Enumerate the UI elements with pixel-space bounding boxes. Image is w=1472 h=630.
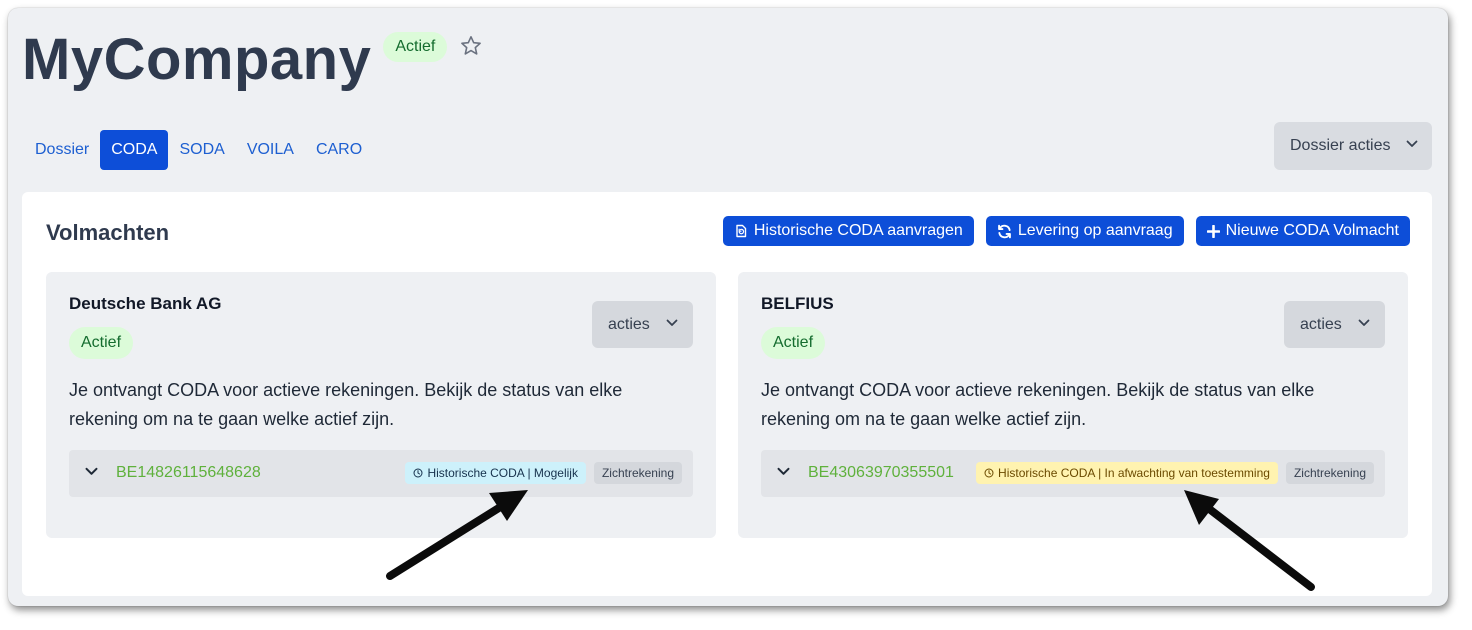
historic-coda-tag-label: Historische CODA | In afwachting van toe… bbox=[998, 466, 1270, 480]
account-iban[interactable]: BE14826115648628 bbox=[116, 464, 261, 482]
star-icon[interactable] bbox=[459, 34, 483, 58]
account-tags: Historische CODA | In afwachting van toe… bbox=[976, 462, 1374, 484]
button-label: Historische CODA aanvragen bbox=[753, 222, 963, 239]
tab-dossier[interactable]: Dossier bbox=[24, 130, 100, 170]
chevron-down-icon[interactable] bbox=[777, 467, 790, 476]
clock-icon bbox=[413, 468, 423, 478]
account-type-tag: Zichtrekening bbox=[1285, 462, 1374, 484]
mandate-card-belfius: BELFIUS Actief acties Je ontvangt CODA v… bbox=[738, 272, 1408, 538]
historische-coda-aanvragen-button[interactable]: Historische CODA aanvragen bbox=[722, 216, 974, 246]
button-label: Nieuwe CODA Volmacht bbox=[1225, 222, 1399, 239]
chevron-down-icon bbox=[666, 319, 678, 326]
tab-coda[interactable]: CODA bbox=[100, 130, 169, 170]
chevron-down-icon bbox=[1406, 140, 1418, 147]
tab-soda[interactable]: SODA bbox=[168, 130, 235, 170]
button-label: Levering op aanvraag bbox=[1017, 222, 1173, 239]
page-title: MyCompany bbox=[22, 27, 372, 92]
tab-bar: Dossier CODA SODA VOILA CARO bbox=[24, 130, 373, 170]
acties-label: acties bbox=[1300, 315, 1342, 333]
chevron-down-icon[interactable] bbox=[85, 467, 98, 476]
historic-coda-tag: Historische CODA | Mogelijk bbox=[405, 462, 586, 484]
sync-icon bbox=[997, 224, 1011, 238]
status-badge: Actief bbox=[383, 32, 448, 62]
plus-icon bbox=[1206, 224, 1220, 238]
historic-coda-tag-label: Historische CODA | Mogelijk bbox=[427, 466, 578, 480]
nieuwe-coda-volmacht-button[interactable]: Nieuwe CODA Volmacht bbox=[1195, 216, 1410, 246]
app-window: MyCompany Actief Dossier CODA SODA VOILA… bbox=[8, 8, 1448, 606]
status-badge: Actief bbox=[69, 327, 134, 359]
dossier-actions-label: Dossier acties bbox=[1290, 137, 1391, 154]
card-description: Je ontvangt CODA voor actieve rekeningen… bbox=[69, 380, 623, 429]
mandate-card-deutsche-bank: Deutsche Bank AG Actief acties Je ontvan… bbox=[46, 272, 716, 538]
clock-icon bbox=[984, 468, 994, 478]
acties-button[interactable]: acties bbox=[592, 301, 693, 348]
acties-label: acties bbox=[608, 315, 650, 333]
tab-voila[interactable]: VOILA bbox=[236, 130, 305, 170]
bank-name: Deutsche Bank AG bbox=[69, 294, 222, 313]
bank-name: BELFIUS bbox=[761, 294, 834, 313]
levering-op-aanvraag-button[interactable]: Levering op aanvraag bbox=[985, 216, 1184, 246]
volmachten-panel: Volmachten Historische CODA aanvragen Le… bbox=[22, 192, 1432, 596]
panel-title: Volmachten bbox=[46, 220, 170, 245]
account-row[interactable]: BE43063970355501 Historische CODA | In a… bbox=[761, 450, 1385, 497]
account-row[interactable]: BE14826115648628 Historische CODA | Moge… bbox=[69, 450, 693, 497]
dossier-actions-button[interactable]: Dossier acties bbox=[1274, 122, 1432, 170]
tab-caro[interactable]: CARO bbox=[305, 130, 373, 170]
account-type-tag: Zichtrekening bbox=[593, 462, 682, 484]
historic-coda-tag: Historische CODA | In afwachting van toe… bbox=[976, 462, 1278, 484]
account-iban[interactable]: BE43063970355501 bbox=[808, 464, 954, 482]
panel-actions: Historische CODA aanvragen Levering op a… bbox=[722, 216, 1410, 246]
page-header: MyCompany Actief bbox=[22, 28, 483, 92]
status-badge: Actief bbox=[761, 327, 826, 359]
account-tags: Historische CODA | Mogelijk Zichtrekenin… bbox=[405, 462, 682, 484]
history-document-icon bbox=[736, 224, 747, 238]
card-description: Je ontvangt CODA voor actieve rekeningen… bbox=[761, 380, 1315, 429]
acties-button[interactable]: acties bbox=[1284, 301, 1385, 348]
chevron-down-icon bbox=[1358, 319, 1370, 326]
